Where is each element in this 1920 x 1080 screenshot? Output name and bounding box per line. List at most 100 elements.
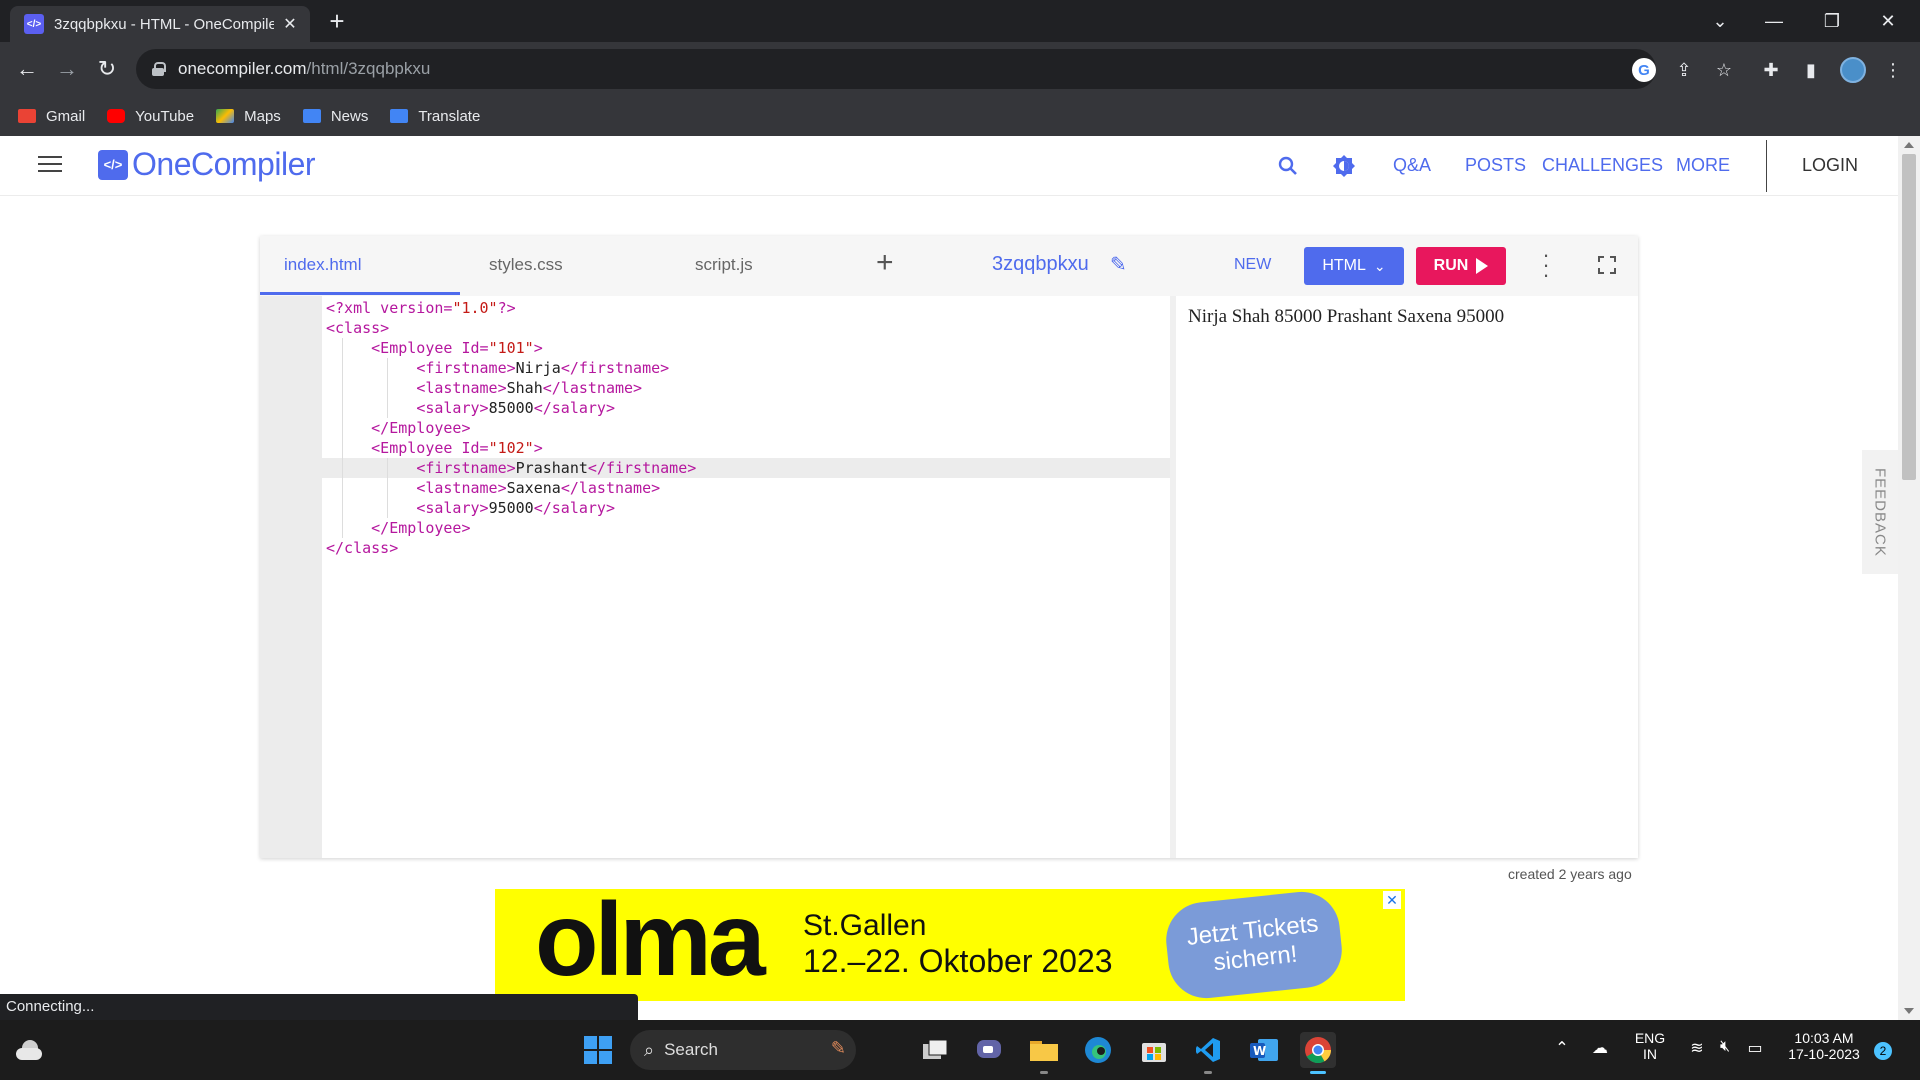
more-options-icon[interactable]: · · ·: [1540, 244, 1552, 286]
input-language[interactable]: ENG IN: [1628, 1030, 1672, 1062]
run-button[interactable]: RUN: [1416, 247, 1506, 285]
language-select[interactable]: HTML ⌄: [1304, 247, 1404, 285]
edit-pencil-icon[interactable]: ✎: [1110, 252, 1127, 277]
file-tab-script-js[interactable]: script.js: [695, 255, 753, 275]
code-line[interactable]: 1<?xml version="1.0"?>: [322, 298, 1170, 318]
code-line[interactable]: 4 <firstname>Nirja</firstname>: [322, 358, 1170, 378]
forward-button[interactable]: →: [50, 52, 84, 86]
edge-browser-icon[interactable]: [1080, 1032, 1116, 1068]
code-line[interactable]: 9 <firstname>Prashant</firstname>: [322, 458, 1170, 478]
tab-close-icon[interactable]: ✕: [280, 14, 300, 34]
bookmark-news[interactable]: News: [302, 108, 368, 125]
notification-badge[interactable]: 2: [1874, 1042, 1892, 1060]
google-lens-icon[interactable]: G: [1632, 58, 1656, 82]
lock-icon: [152, 62, 166, 76]
output-text: Nirja Shah 85000 Prashant Saxena 95000: [1188, 306, 1505, 327]
code-line[interactable]: 10 <lastname>Saxena</lastname>: [322, 478, 1170, 498]
start-button[interactable]: [584, 1036, 612, 1064]
ad-close-icon[interactable]: ✕: [1383, 891, 1401, 909]
nav-posts-link[interactable]: POSTS: [1465, 155, 1526, 176]
bookmark-youtube[interactable]: YouTube: [107, 108, 194, 125]
nav-qa-link[interactable]: Q&A: [1393, 155, 1431, 176]
code-line[interactable]: 12 </Employee>: [322, 518, 1170, 538]
scroll-up-icon[interactable]: [1904, 142, 1914, 148]
language-label: HTML: [1322, 257, 1366, 274]
profile-avatar[interactable]: [1840, 57, 1866, 83]
logo-mark-icon: </>: [98, 149, 128, 180]
code-line[interactable]: 11 <salary>95000</salary>: [322, 498, 1170, 518]
page-scrollbar[interactable]: [1898, 136, 1920, 1020]
bookmark-gmail[interactable]: Gmail: [18, 108, 85, 125]
show-hidden-icons-chevron-icon[interactable]: ⌃: [1551, 1038, 1573, 1058]
theme-toggle-icon[interactable]: [1330, 152, 1358, 180]
bookmark-translate[interactable]: Translate: [390, 108, 480, 125]
hamburger-menu-icon[interactable]: [38, 156, 62, 174]
search-icon[interactable]: [1274, 152, 1302, 180]
vscode-icon[interactable]: [1190, 1032, 1226, 1074]
project-name[interactable]: 3zqqbpkxu: [992, 253, 1089, 276]
restore-button[interactable]: ❐: [1810, 0, 1854, 42]
code-line[interactable]: 8▼ <Employee Id="102">: [322, 438, 1170, 458]
browser-tab[interactable]: </> 3zqqbpkxu - HTML - OneCompiler ✕: [10, 6, 310, 42]
feedback-tab[interactable]: FEEDBACK: [1862, 450, 1898, 574]
code-line[interactable]: 2▼<class>: [322, 318, 1170, 338]
code-editor[interactable]: 1<?xml version="1.0"?>2▼<class>3▼ <Emplo…: [322, 296, 1170, 858]
indent-guide: [342, 498, 343, 518]
code-line[interactable]: 5 <lastname>Shah</lastname>: [322, 378, 1170, 398]
ad-ticket-badge[interactable]: Jetzt Tickets sichern!: [1162, 889, 1346, 1001]
reload-button[interactable]: ↻: [90, 52, 124, 86]
taskbar-search[interactable]: ⌕ Search ✎: [630, 1030, 856, 1070]
code-line[interactable]: 13</class>: [322, 538, 1170, 558]
code-line[interactable]: 14: [322, 558, 1170, 578]
code-line[interactable]: 3▼ <Employee Id="101">: [322, 338, 1170, 358]
clock[interactable]: 10:03 AM 17-10-2023: [1780, 1030, 1868, 1062]
scroll-down-icon[interactable]: [1904, 1008, 1914, 1014]
close-window-button[interactable]: ✕: [1866, 0, 1910, 42]
extensions-puzzle-icon[interactable]: ✚: [1758, 57, 1784, 83]
new-tab-button[interactable]: +: [322, 6, 352, 36]
battery-icon[interactable]: ▭: [1744, 1038, 1766, 1058]
task-view-icon[interactable]: [918, 1032, 954, 1068]
microsoft-store-icon[interactable]: [1136, 1032, 1172, 1068]
code-text: </class>: [326, 539, 399, 557]
address-bar[interactable]: onecompiler.com /html/3zqqbpkxu G ⇪ ☆: [136, 49, 1732, 89]
share-icon[interactable]: ⇪: [1672, 58, 1696, 82]
weather-widget-icon[interactable]: [14, 1038, 44, 1064]
bookmark-label: YouTube: [135, 107, 195, 125]
file-tab-styles-css[interactable]: styles.css: [489, 255, 563, 275]
speaker-muted-icon[interactable]: 🔇︎: [1714, 1038, 1736, 1056]
code-text: <lastname>Saxena</lastname>: [416, 479, 661, 497]
file-explorer-icon[interactable]: [1026, 1032, 1062, 1074]
code-line[interactable]: 7 </Employee>: [322, 418, 1170, 438]
new-button[interactable]: NEW: [1234, 256, 1271, 274]
indent-guide: [387, 478, 389, 498]
fullscreen-icon[interactable]: [1598, 256, 1616, 274]
tab-search-chevron-icon[interactable]: ⌄: [1698, 0, 1742, 42]
header-divider: [1766, 140, 1767, 192]
file-tab-index-html[interactable]: index.html: [284, 255, 361, 275]
output-pane: Nirja Shah 85000 Prashant Saxena 95000: [1176, 296, 1638, 858]
nav-challenges-link[interactable]: CHALLENGES: [1542, 155, 1663, 176]
login-link[interactable]: LOGIN: [1802, 155, 1858, 176]
chrome-icon[interactable]: [1300, 1032, 1336, 1074]
code-line[interactable]: 6 <salary>85000</salary>: [322, 398, 1170, 418]
scroll-thumb[interactable]: [1902, 154, 1916, 480]
back-button[interactable]: ←: [10, 52, 44, 86]
browser-menu-icon[interactable]: ⋮: [1880, 57, 1906, 83]
minimize-button[interactable]: —: [1752, 0, 1796, 42]
browser-toolbar: ← → ↻ onecompiler.com /html/3zqqbpkxu G …: [0, 42, 1920, 96]
svg-text:W: W: [1253, 1044, 1266, 1058]
nav-more-link[interactable]: MORE: [1676, 155, 1730, 176]
bookmark-maps[interactable]: Maps: [216, 108, 281, 125]
onedrive-error-icon[interactable]: ☁: [1589, 1038, 1611, 1058]
wifi-icon[interactable]: ≋: [1686, 1038, 1708, 1058]
code-text: <class>: [326, 319, 390, 337]
bookmark-star-icon[interactable]: ☆: [1712, 58, 1736, 82]
ad-banner[interactable]: olma St.Gallen 12.–22. Oktober 2023 Jetz…: [495, 889, 1405, 1001]
teams-chat-icon[interactable]: [972, 1032, 1008, 1068]
line-number-gutter: [260, 296, 322, 858]
word-icon[interactable]: W: [1246, 1032, 1282, 1068]
onecompiler-logo[interactable]: </> OneCompiler: [98, 146, 316, 183]
add-file-button[interactable]: +: [876, 246, 894, 280]
side-panel-icon[interactable]: ▮: [1798, 57, 1824, 83]
